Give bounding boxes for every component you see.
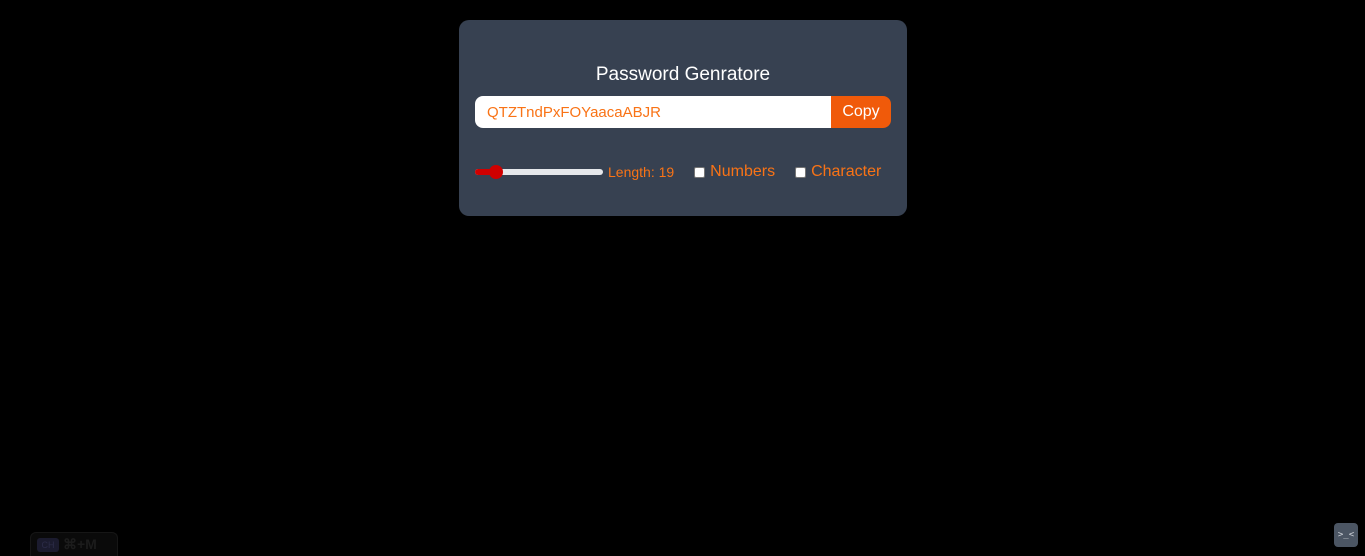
password-generator-card: Password Genratore Copy Length: 19 Numbe… [459, 20, 907, 216]
character-label[interactable]: Character [811, 163, 881, 181]
length-slider[interactable] [475, 165, 603, 179]
slider-thumb[interactable] [488, 165, 503, 179]
options-row: Length: 19 Numbers Character [475, 161, 881, 183]
copy-button[interactable]: Copy [831, 96, 891, 128]
character-checkbox[interactable] [795, 166, 807, 178]
devtools-toggle-icon[interactable]: >_< [1334, 523, 1358, 547]
page-title: Password Genratore [595, 64, 771, 85]
shortcut-label: ⌘+M [63, 536, 97, 552]
shortcut-badge[interactable]: CH ⌘+M [30, 532, 118, 556]
password-field[interactable] [475, 96, 831, 128]
length-label: Length: 19 [608, 164, 675, 180]
password-row: Copy [475, 96, 891, 128]
numbers-option[interactable]: Numbers [694, 163, 775, 181]
character-option[interactable]: Character [795, 163, 881, 181]
numbers-checkbox[interactable] [694, 166, 706, 178]
numbers-label[interactable]: Numbers [710, 163, 775, 181]
extension-logo-icon: CH [37, 537, 59, 552]
